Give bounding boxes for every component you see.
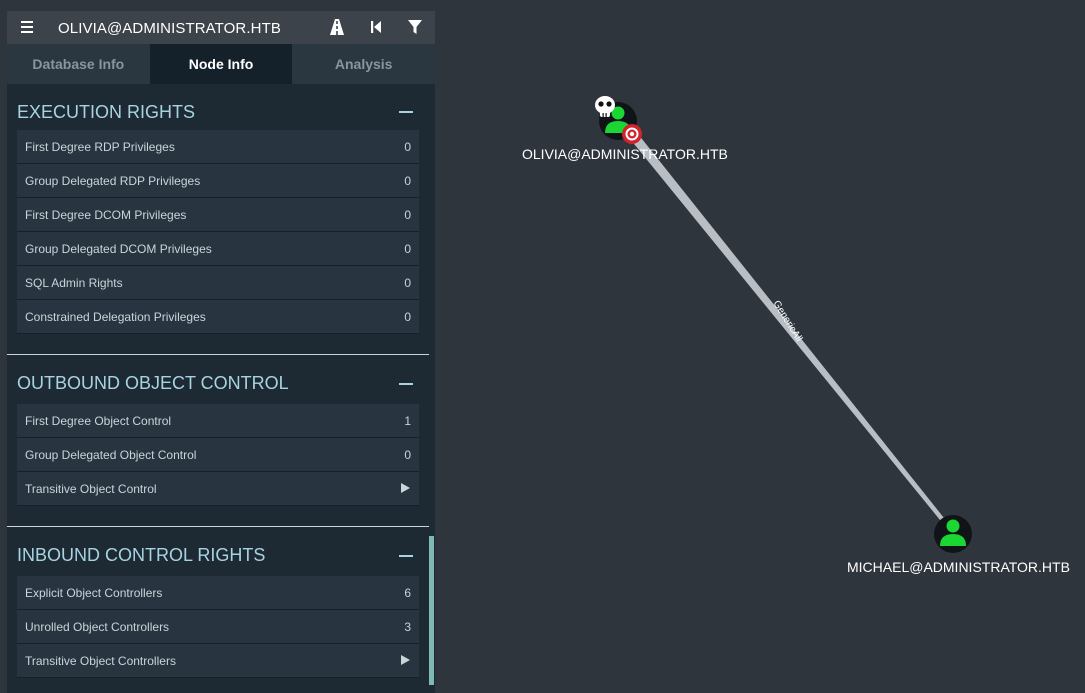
pathfinding-road-icon[interactable] xyxy=(327,17,347,37)
tab-node-info[interactable]: Node Info xyxy=(149,44,293,84)
collapse-icon[interactable] xyxy=(399,111,413,113)
row-count: 0 xyxy=(404,448,411,462)
row-label: SQL Admin Rights xyxy=(25,276,123,290)
tab-analysis[interactable]: Analysis xyxy=(292,44,435,84)
row-label: Transitive Object Controllers xyxy=(25,654,176,668)
collapse-icon[interactable] xyxy=(399,555,413,557)
list-item[interactable]: Transitive Object Controllers xyxy=(17,644,419,678)
node-label-michael: MICHAEL@ADMINISTRATOR.HTB xyxy=(847,559,1070,575)
row-label: First Degree RDP Privileges xyxy=(25,140,175,154)
back-icon[interactable] xyxy=(366,17,386,37)
row-label: First Degree DCOM Privileges xyxy=(25,208,187,222)
node-info-panel: OLIVIA@ADMINISTRATOR.HTB Database Info N… xyxy=(7,11,435,693)
node-olivia[interactable] xyxy=(595,96,642,144)
list-item[interactable]: First Degree DCOM Privileges 0 xyxy=(17,198,419,232)
list-item[interactable]: First Degree Object Control 1 xyxy=(17,404,419,438)
graph-canvas[interactable]: GenericAll OLIVIA@ADMINISTRATOR.HTB MICH… xyxy=(435,0,1085,693)
row-label: Explicit Object Controllers xyxy=(25,586,163,600)
row-count: 0 xyxy=(404,276,411,290)
row-label: Group Delegated DCOM Privileges xyxy=(25,242,212,256)
row-label: Constrained Delegation Privileges xyxy=(25,310,206,324)
row-label: Unrolled Object Controllers xyxy=(25,620,170,634)
menu-icon[interactable] xyxy=(21,21,33,34)
expand-arrow-icon[interactable] xyxy=(401,655,410,665)
list-item[interactable]: Group Delegated Object Control 0 xyxy=(17,438,419,472)
row-label: Transitive Object Control xyxy=(25,482,157,496)
section-outbound-object-control: OUTBOUND OBJECT CONTROL First Degree Obj… xyxy=(7,355,435,527)
list-item[interactable]: Constrained Delegation Privileges 0 xyxy=(17,300,419,334)
expand-arrow-icon[interactable] xyxy=(401,483,410,493)
tab-bar: Database Info Node Info Analysis xyxy=(7,44,435,84)
node-label-olivia: OLIVIA@ADMINISTRATOR.HTB xyxy=(522,146,728,162)
panel-content: EXECUTION RIGHTS First Degree RDP Privil… xyxy=(7,84,435,693)
section-title: EXECUTION RIGHTS xyxy=(17,102,196,122)
edge-label: GenericAll xyxy=(770,299,804,344)
scrollbar[interactable] xyxy=(429,536,434,685)
collapse-icon[interactable] xyxy=(399,383,413,385)
row-count: 0 xyxy=(404,242,411,256)
row-count: 0 xyxy=(404,140,411,154)
section-title: OUTBOUND OBJECT CONTROL xyxy=(17,373,289,393)
node-michael[interactable] xyxy=(934,515,972,553)
row-label: Group Delegated Object Control xyxy=(25,448,197,462)
row-count: 1 xyxy=(404,414,411,428)
list-item[interactable]: Explicit Object Controllers 6 xyxy=(17,576,419,610)
section-title: INBOUND CONTROL RIGHTS xyxy=(17,545,266,565)
row-label: First Degree Object Control xyxy=(25,414,172,428)
tab-database-info[interactable]: Database Info xyxy=(7,44,150,84)
edge-genericall[interactable]: GenericAll xyxy=(630,134,944,520)
row-count: 6 xyxy=(404,586,411,600)
row-label: Group Delegated RDP Privileges xyxy=(25,174,201,188)
list-item[interactable]: SQL Admin Rights 0 xyxy=(17,266,419,300)
selected-node-title: OLIVIA@ADMINISTRATOR.HTB xyxy=(58,20,281,37)
row-count: 3 xyxy=(404,620,411,634)
section-execution-rights: EXECUTION RIGHTS First Degree RDP Privil… xyxy=(7,84,435,355)
list-item[interactable]: Group Delegated DCOM Privileges 0 xyxy=(17,232,419,266)
row-count: 0 xyxy=(404,310,411,324)
list-item[interactable]: Transitive Object Control xyxy=(17,472,419,506)
row-count: 0 xyxy=(404,208,411,222)
list-item[interactable]: Group Delegated RDP Privileges 0 xyxy=(17,164,419,198)
filter-icon[interactable] xyxy=(405,17,425,37)
section-inbound-control-rights: INBOUND CONTROL RIGHTS Explicit Object C… xyxy=(7,527,435,678)
target-icon xyxy=(622,124,642,144)
list-item[interactable]: Unrolled Object Controllers 3 xyxy=(17,610,419,644)
panel-header: OLIVIA@ADMINISTRATOR.HTB xyxy=(7,11,435,44)
row-count: 0 xyxy=(404,174,411,188)
list-item[interactable]: First Degree RDP Privileges 0 xyxy=(17,130,419,164)
